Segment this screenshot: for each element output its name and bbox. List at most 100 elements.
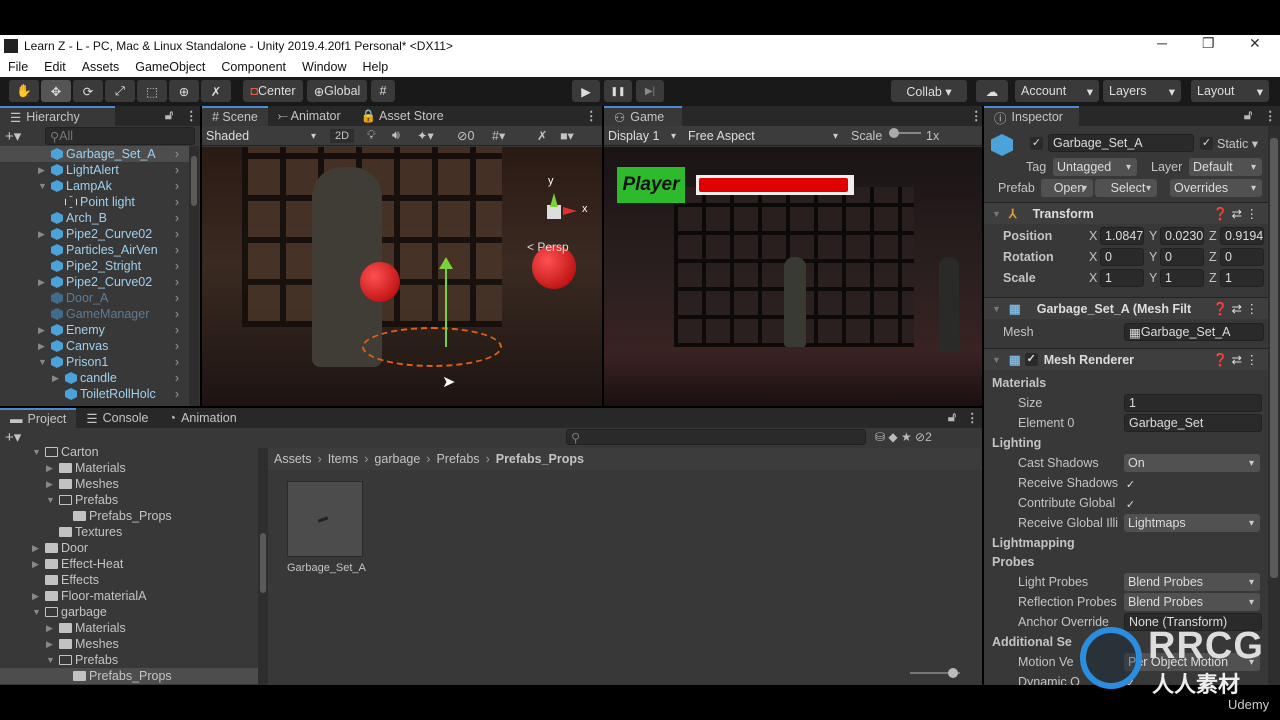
game-viewport[interactable]: Player <box>604 147 982 406</box>
asset-thumbnail[interactable] <box>287 481 363 557</box>
hierarchy-item[interactable]: Garbage_Set_A › <box>0 146 189 162</box>
additional-settings-foldout[interactable]: Additional Se <box>992 635 1072 649</box>
chevron-right-icon[interactable]: › <box>175 387 179 401</box>
chevron-right-icon[interactable]: › <box>175 227 179 241</box>
menu-assets[interactable]: Assets <box>74 60 128 74</box>
tab-animation[interactable]: ◔ Animation <box>159 408 247 428</box>
hierarchy-search-input[interactable]: ⚲ All <box>45 127 195 145</box>
transform-scale-x-input[interactable]: 1 <box>1100 269 1144 287</box>
chevron-right-icon[interactable]: › <box>175 259 179 273</box>
menu-edit[interactable]: Edit <box>36 60 74 74</box>
hierarchy-item[interactable]: ▼ Prison1 › <box>0 354 189 370</box>
camera-icon[interactable]: ■▾ <box>560 128 574 143</box>
lightmapping-foldout[interactable]: Lightmapping <box>992 536 1075 550</box>
project-folder[interactable]: ▼ Carton <box>0 444 258 460</box>
project-folder[interactable]: ▶ Meshes <box>0 636 258 652</box>
hierarchy-item[interactable]: GameManager › <box>0 306 189 322</box>
chevron-right-icon[interactable]: › <box>175 163 179 177</box>
project-folder[interactable]: ▶ Meshes <box>0 476 258 492</box>
lock-icon[interactable]: 🔓︎ <box>165 108 173 123</box>
cloud-icon[interactable]: ☁ <box>976 80 1008 102</box>
project-tree-scrollbar[interactable] <box>258 448 268 685</box>
expand-arrow-icon[interactable]: ▶ <box>32 591 42 602</box>
gizmo-x-cone[interactable] <box>563 207 581 215</box>
transform-position-y-input[interactable]: 0.0230 <box>1160 227 1204 245</box>
tab-project[interactable]: ▬ Project <box>0 408 77 428</box>
component-menu-icons[interactable]: ❓ ⇄ ⋮ <box>1213 301 1258 317</box>
project-folder[interactable]: Prefabs_Props <box>0 668 258 684</box>
hierarchy-item[interactable]: Arch_B › <box>0 210 189 226</box>
chevron-right-icon[interactable]: › <box>175 291 179 305</box>
global-toggle[interactable]: ⊕ Global <box>307 80 367 102</box>
menu-gameobject[interactable]: GameObject <box>127 60 213 74</box>
thumbnail-size-slider[interactable] <box>910 668 960 678</box>
chevron-right-icon[interactable]: › <box>175 339 179 353</box>
project-folder[interactable]: Textures <box>0 524 258 540</box>
chevron-right-icon[interactable]: › <box>175 243 179 257</box>
expand-arrow-icon[interactable]: ▶ <box>38 277 48 288</box>
chevron-right-icon[interactable]: › <box>175 275 179 289</box>
more-icon[interactable]: ⋮ <box>585 108 598 123</box>
mesh-renderer-header[interactable]: ▼ ▦ ✓ Mesh Renderer ❓ ⇄ ⋮ <box>984 348 1268 370</box>
expand-arrow-icon[interactable]: ▶ <box>46 639 56 650</box>
transform-scale-y-input[interactable]: 1 <box>1160 269 1204 287</box>
layer-dropdown[interactable]: Default <box>1189 158 1262 176</box>
element0-field[interactable]: Garbage_Set <box>1124 414 1262 432</box>
tool-button-6[interactable]: ✗ <box>201 80 231 102</box>
menu-window[interactable]: Window <box>294 60 354 74</box>
expand-arrow-icon[interactable]: ▶ <box>32 559 42 570</box>
expand-arrow-icon[interactable]: ▼ <box>32 447 42 457</box>
expand-arrow-icon[interactable]: ▼ <box>32 607 42 617</box>
static-dropdown[interactable]: Static ▾ <box>1217 136 1258 151</box>
tab-animator[interactable]: ⤚ Animator <box>268 106 351 126</box>
hierarchy-item[interactable]: ▶ Pipe2_Curve02 › <box>0 274 189 290</box>
more-icon[interactable]: ⋮ <box>970 108 982 123</box>
mesh-filter-header[interactable]: ▼ ▦ Garbage_Set_A (Mesh Filt ❓ ⇄ ⋮ <box>984 297 1268 319</box>
hierarchy-scrollbar[interactable] <box>189 146 199 406</box>
audio-toggle-icon[interactable]: 🔊︎ <box>392 128 400 143</box>
snap-icon[interactable]: # <box>371 80 395 102</box>
hierarchy-item[interactable]: ToiletRollHolc › <box>0 386 189 402</box>
breadcrumb-item[interactable]: Prefabs_Props <box>496 452 584 466</box>
account-dropdown[interactable]: Account ▾ <box>1015 80 1099 102</box>
step-button[interactable]: ▶| <box>636 80 664 102</box>
tool-button-3[interactable]: ⤢ <box>105 80 135 102</box>
project-folder[interactable]: ▶ Door <box>0 540 258 556</box>
add-button[interactable]: +▾ <box>5 127 21 145</box>
expand-arrow-icon[interactable]: ▶ <box>38 229 48 240</box>
overrides-dropdown[interactable]: Overrides <box>1170 179 1262 197</box>
menu-component[interactable]: Component <box>213 60 294 74</box>
effects-icon[interactable]: ✦▾ <box>417 128 434 143</box>
tab-scene[interactable]: # Scene <box>202 106 268 126</box>
project-folder[interactable]: ▶ Floor-materialA <box>0 588 258 604</box>
hierarchy-item[interactable]: Point light › <box>0 194 189 210</box>
more-icon[interactable]: ⋮ <box>185 108 198 123</box>
static-checkbox[interactable]: ✓ <box>1200 137 1213 150</box>
move-gizmo-y[interactable] <box>445 267 447 347</box>
more-icon[interactable]: ⋮ <box>1264 108 1277 123</box>
breadcrumb-item[interactable]: Assets <box>274 452 312 466</box>
tab-console[interactable]: ☰ Console <box>76 408 158 428</box>
tool-button-4[interactable]: ⬚ <box>137 80 167 102</box>
scale-slider[interactable] <box>889 128 921 138</box>
project-folder[interactable]: ▶ Materials <box>0 460 258 476</box>
hierarchy-item[interactable]: ▶ Canvas › <box>0 338 189 354</box>
tag-dropdown[interactable]: Untagged <box>1053 158 1137 176</box>
lock-icon[interactable]: 🔓︎ <box>1244 108 1252 123</box>
expand-arrow-icon[interactable]: ▼ <box>46 655 56 665</box>
tool-button-5[interactable]: ⊕ <box>169 80 199 102</box>
project-folder[interactable]: ▼ garbage <box>0 604 258 620</box>
active-checkbox[interactable]: ✓ <box>1030 137 1043 150</box>
materials-foldout[interactable]: Materials <box>992 376 1046 390</box>
breadcrumb-item[interactable]: Prefabs <box>436 452 479 466</box>
chevron-right-icon[interactable]: › <box>175 211 179 225</box>
reflection-probes-dropdown[interactable]: Blend Probes <box>1124 593 1260 611</box>
filter-icons[interactable]: ⛁ ◆ ★ ⊘2 <box>875 430 932 444</box>
expand-arrow-icon[interactable]: ▶ <box>46 479 56 490</box>
expand-arrow-icon[interactable]: ▶ <box>38 325 48 336</box>
tab-hierarchy[interactable]: ☰ Hierarchy <box>0 106 115 126</box>
lighting-foldout[interactable]: Lighting <box>992 436 1041 450</box>
project-folder[interactable]: Prefabs_Props <box>0 508 258 524</box>
project-folder[interactable]: ▶ Effect-Heat <box>0 556 258 572</box>
layers-dropdown[interactable]: Layers ▾ <box>1103 80 1181 102</box>
